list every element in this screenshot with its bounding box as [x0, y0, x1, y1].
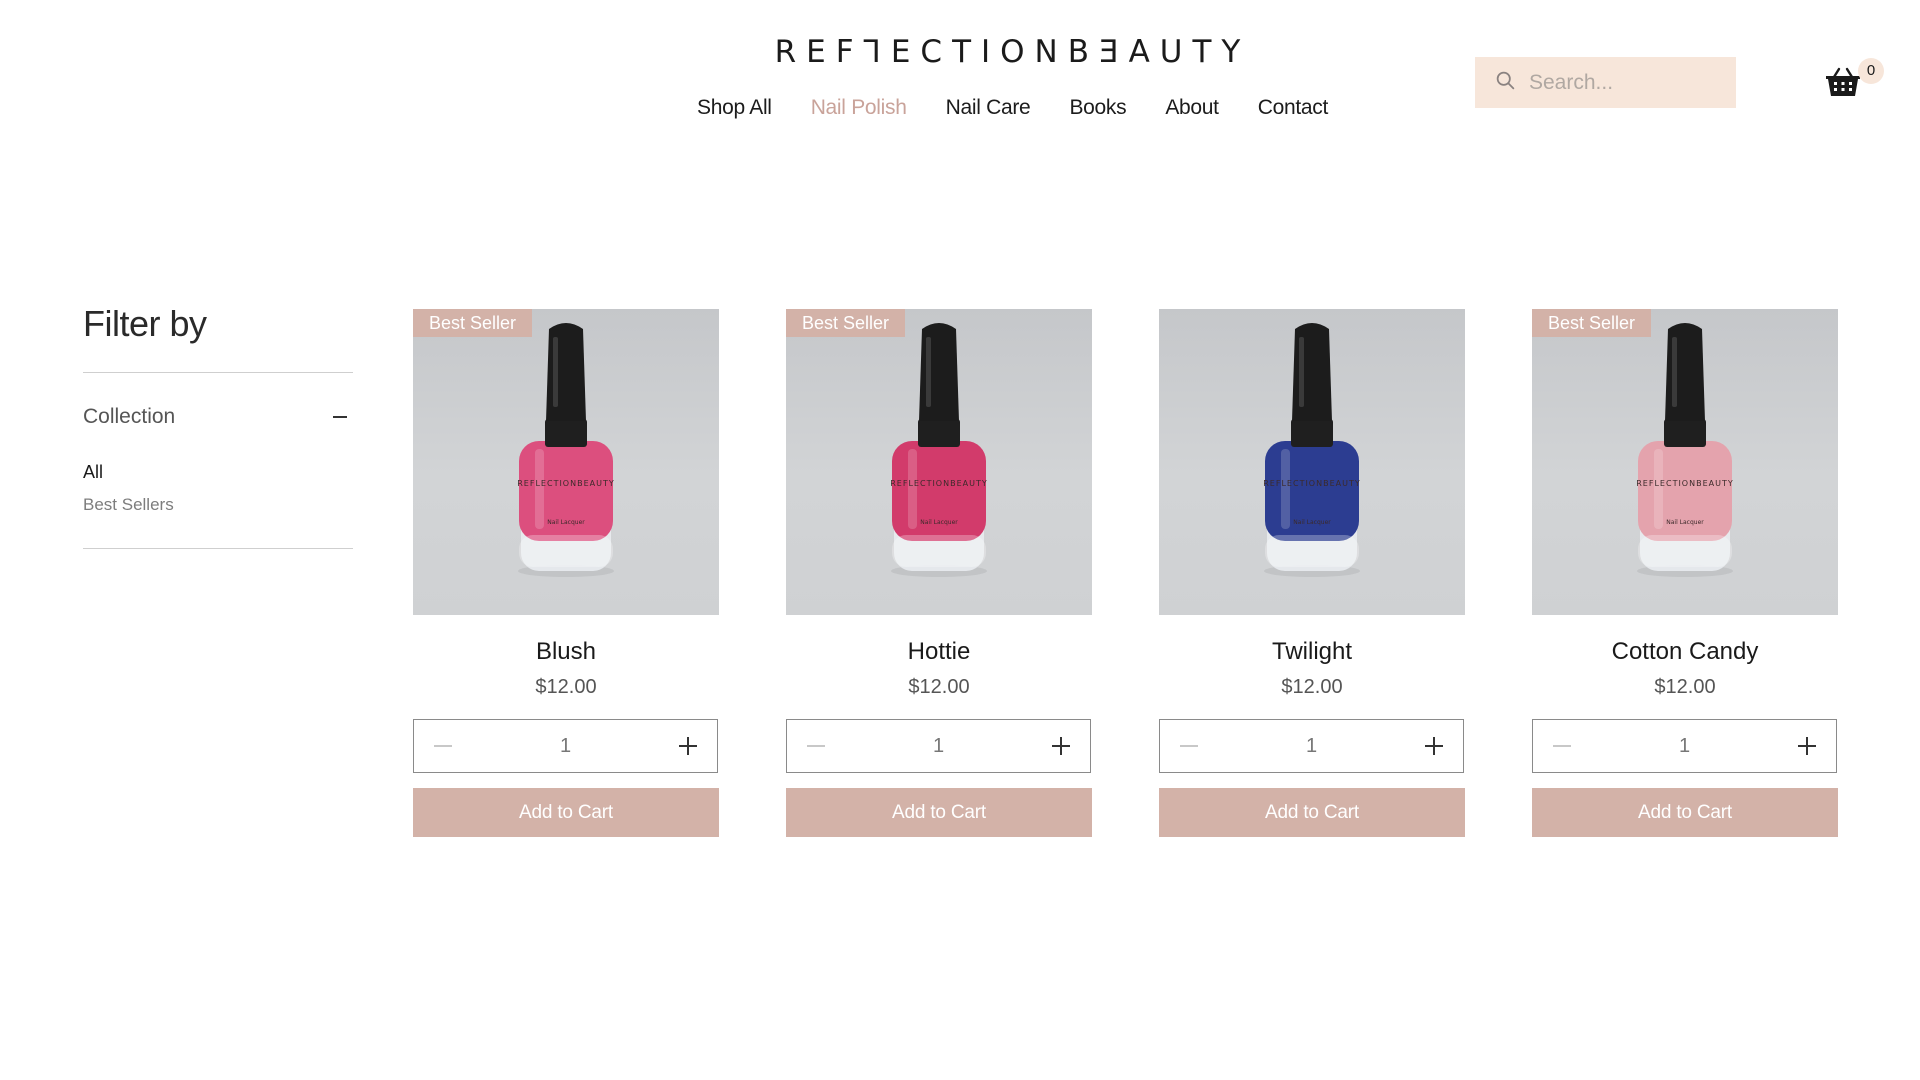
search-input[interactable] [1529, 70, 1719, 95]
divider [83, 548, 353, 549]
search-box[interactable] [1475, 57, 1736, 108]
decrease-quantity-button[interactable] [803, 733, 829, 759]
filter-option-all[interactable]: All [83, 462, 103, 483]
nav-books[interactable]: Books [1069, 96, 1126, 120]
quantity-input[interactable] [1271, 734, 1352, 758]
increase-quantity-button[interactable] [1794, 733, 1820, 759]
collection-toggle[interactable]: Collection [83, 405, 353, 429]
increase-quantity-button[interactable] [675, 733, 701, 759]
product-image[interactable]: REFLECTIONBEAUTY Nail Lacquer Best Selle… [413, 309, 719, 615]
svg-text:REFLECTIONBEAUTY: REFLECTIONBEAUTY [517, 479, 614, 488]
add-to-cart-button[interactable]: Add to Cart [786, 788, 1092, 837]
product-image[interactable]: REFLECTIONBEAUTY Nail Lacquer Best Selle… [786, 309, 1092, 615]
product-price: $12.00 [1281, 676, 1343, 698]
product-card-1: REFLECTIONBEAUTY Nail Lacquer Best Selle… [413, 309, 719, 837]
add-to-cart-button[interactable]: Add to Cart [413, 788, 719, 837]
svg-text:REFLECTIONBEAUTY: REFLECTIONBEAUTY [890, 479, 987, 488]
cart-count-badge: 0 [1858, 58, 1884, 84]
divider [83, 372, 353, 373]
best-seller-badge: Best Seller [786, 309, 906, 337]
best-seller-badge: Best Seller [1532, 309, 1652, 337]
nav-about[interactable]: About [1165, 96, 1219, 120]
product-price: $12.00 [1654, 676, 1716, 698]
search-icon [1495, 70, 1516, 96]
quantity-stepper [1159, 719, 1464, 773]
product-name[interactable]: Cotton Candy [1532, 638, 1838, 666]
basket-icon [1826, 67, 1860, 96]
nail-polish-bottle-image: REFLECTIONBEAUTY Nail Lacquer [1263, 323, 1360, 577]
add-to-cart-button[interactable]: Add to Cart [1159, 788, 1465, 837]
svg-text:Nail Lacquer: Nail Lacquer [1666, 519, 1704, 526]
nav-nail-care[interactable]: Nail Care [946, 96, 1031, 120]
svg-text:REFLECTIONBEAUTY: REFLECTIONBEAUTY [1263, 479, 1360, 488]
quantity-input[interactable] [1644, 734, 1725, 758]
product-price: $12.00 [908, 676, 970, 698]
minus-icon [333, 416, 347, 418]
product-card-4: REFLECTIONBEAUTY Nail Lacquer Best Selle… [1532, 309, 1838, 837]
filter-title: Filter by [83, 303, 207, 344]
add-to-cart-button[interactable]: Add to Cart [1532, 788, 1838, 837]
svg-text:Nail Lacquer: Nail Lacquer [547, 519, 585, 526]
quantity-stepper [1532, 719, 1837, 773]
increase-quantity-button[interactable] [1048, 733, 1074, 759]
svg-text:Nail Lacquer: Nail Lacquer [1293, 519, 1331, 526]
quantity-stepper [413, 719, 718, 773]
quantity-stepper [786, 719, 1091, 773]
product-image[interactable]: REFLECTIONBEAUTY Nail Lacquer Best Selle… [1532, 309, 1838, 615]
product-name[interactable]: Hottie [786, 638, 1092, 666]
increase-quantity-button[interactable] [1421, 733, 1447, 759]
product-price: $12.00 [535, 676, 597, 698]
product-image[interactable]: REFLECTIONBEAUTY Nail Lacquer [1159, 309, 1465, 615]
product-card-2: REFLECTIONBEAUTY Nail Lacquer Best Selle… [786, 309, 1092, 837]
nav-shop-all[interactable]: Shop All [697, 96, 772, 120]
decrease-quantity-button[interactable] [430, 733, 456, 759]
nav-nail-polish[interactable]: Nail Polish [811, 96, 907, 120]
quantity-input[interactable] [898, 734, 979, 758]
nail-polish-bottle-image: REFLECTIONBEAUTY Nail Lacquer [890, 323, 987, 577]
product-name[interactable]: Twilight [1159, 638, 1465, 666]
svg-text:REFLECTIONBEAUTY: REFLECTIONBEAUTY [1636, 479, 1733, 488]
collection-label: Collection [83, 405, 176, 428]
decrease-quantity-button[interactable] [1176, 733, 1202, 759]
svg-text:Nail Lacquer: Nail Lacquer [920, 519, 958, 526]
product-name[interactable]: Blush [413, 638, 719, 666]
nav-contact[interactable]: Contact [1258, 96, 1329, 120]
product-card-3: REFLECTIONBEAUTY Nail Lacquer Twilight $… [1159, 309, 1465, 837]
cart-button[interactable]: 0 [1825, 58, 1885, 102]
best-seller-badge: Best Seller [413, 309, 533, 337]
nail-polish-bottle-image: REFLECTIONBEAUTY Nail Lacquer [1636, 323, 1733, 577]
filter-option-best-sellers[interactable]: Best Sellers [83, 495, 174, 515]
nail-polish-bottle-image: REFLECTIONBEAUTY Nail Lacquer [517, 323, 614, 577]
quantity-input[interactable] [525, 734, 606, 758]
decrease-quantity-button[interactable] [1549, 733, 1575, 759]
